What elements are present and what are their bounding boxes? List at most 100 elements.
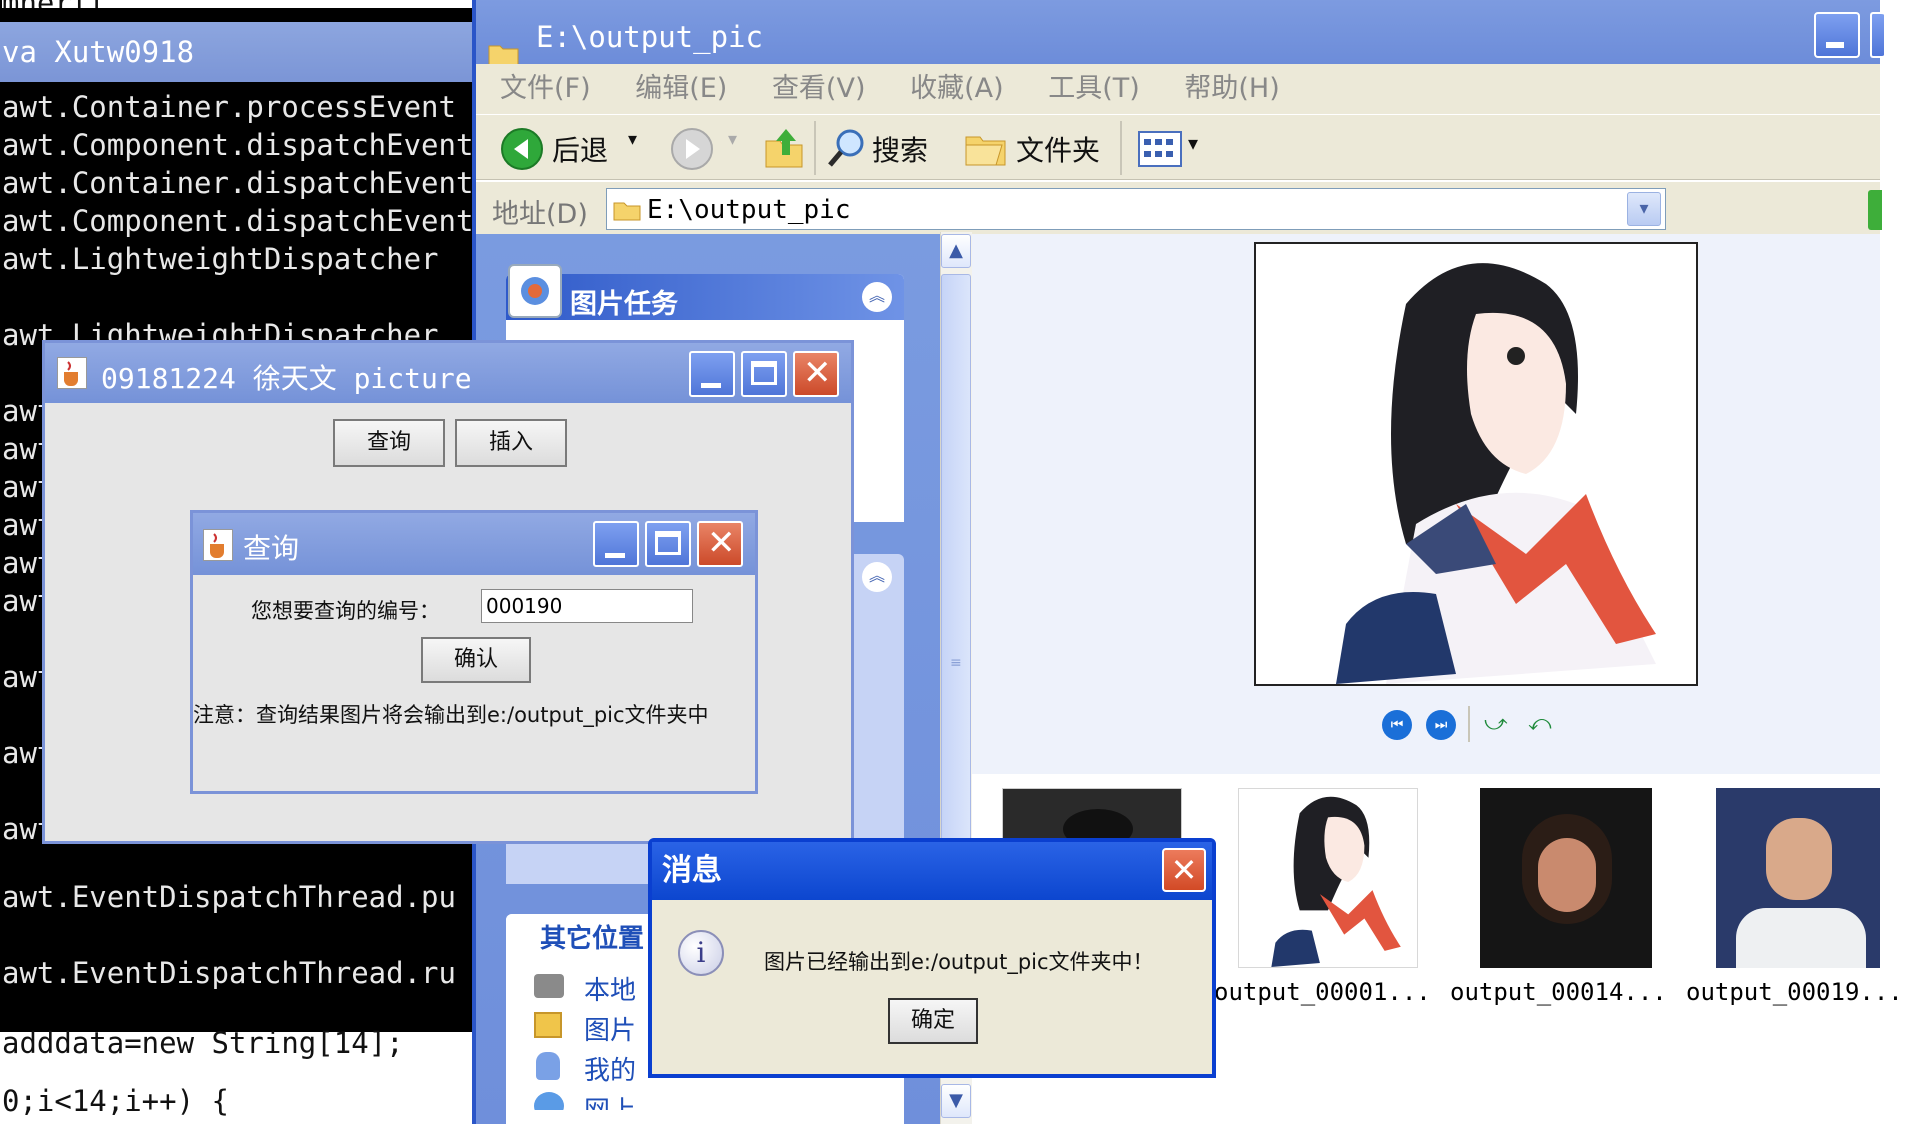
message-box: 消息 ✕ i 图片已经输出到e:/output_pic文件夹中！ 确定 bbox=[648, 838, 1216, 1078]
console-line: 0;i<14;i++) { bbox=[2, 1084, 229, 1118]
java-cup-icon bbox=[203, 529, 233, 561]
java-main-title: 09181224 徐天文 picture bbox=[101, 362, 472, 395]
scroll-down-button[interactable]: ▼ bbox=[941, 1084, 971, 1118]
menu-bar: 文件(F) 编辑(E) 查看(V) 收藏(A) 工具(T) 帮助(H) bbox=[476, 64, 1880, 114]
my-computer-icon bbox=[536, 1052, 560, 1080]
console-line: awt.Component.dispatchEvent bbox=[2, 204, 474, 238]
minimize-icon bbox=[701, 383, 721, 388]
message-box-title: 消息 bbox=[662, 853, 722, 888]
toolbar-separator bbox=[814, 121, 816, 175]
query-note: 注意：查询结果图片将会输出到e:/output_pic文件夹中 bbox=[193, 703, 709, 727]
menu-help[interactable]: 帮助(H) bbox=[1184, 73, 1279, 104]
query-number-input[interactable]: 000190 bbox=[481, 589, 693, 623]
menu-favorites[interactable]: 收藏(A) bbox=[910, 73, 1004, 104]
preview-separator bbox=[1468, 706, 1470, 742]
close-icon: ✕ bbox=[803, 353, 832, 393]
up-folder-icon[interactable] bbox=[764, 125, 804, 171]
other-place-link[interactable]: 本地 bbox=[584, 970, 636, 1007]
message-box-title-bar[interactable]: 消息 ✕ bbox=[652, 842, 1212, 900]
menu-file[interactable]: 文件(F) bbox=[500, 73, 591, 104]
console-line: adddata=new String[14]; bbox=[2, 1026, 404, 1060]
ok-button[interactable]: 确定 bbox=[888, 998, 978, 1044]
thumbnail-image[interactable] bbox=[1238, 788, 1418, 968]
details-panel-edge bbox=[506, 1110, 904, 1124]
forward-arrow-icon[interactable] bbox=[670, 127, 714, 171]
address-dropdown-button[interactable]: ▾ bbox=[1627, 192, 1661, 226]
maximize-button[interactable] bbox=[645, 521, 691, 567]
menu-tools[interactable]: 工具(T) bbox=[1048, 73, 1140, 104]
back-button[interactable]: 后退 bbox=[552, 129, 608, 169]
address-value: E:\output_pic bbox=[647, 195, 851, 225]
address-bar: 地址(D) E:\output_pic ▾ bbox=[476, 182, 1882, 234]
back-arrow-icon[interactable] bbox=[500, 127, 544, 171]
other-place-link[interactable]: 图片 bbox=[584, 1010, 636, 1047]
views-icon[interactable] bbox=[1138, 131, 1182, 167]
console-line: awt.Component.dispatchEvent bbox=[2, 128, 474, 162]
toolbar: 后退 ▾ ▾ 搜索 文件夹 ▾ bbox=[476, 114, 1880, 180]
close-button[interactable]: ✕ bbox=[1162, 848, 1206, 892]
console-line: awt.Container.dispatchEvent bbox=[2, 166, 474, 200]
menu-view[interactable]: 查看(V) bbox=[772, 73, 866, 104]
drive-icon bbox=[534, 974, 564, 998]
rotate-counterclockwise-icon[interactable]: ⤺ bbox=[1528, 712, 1558, 736]
info-icon: i bbox=[678, 930, 724, 976]
collapse-icon[interactable]: ︽ bbox=[862, 282, 892, 312]
minimize-icon bbox=[1826, 42, 1844, 48]
picture-tasks-header[interactable]: 图片任务 ︽ bbox=[506, 274, 904, 320]
close-button[interactable]: ✕ bbox=[793, 351, 839, 397]
query-button[interactable]: 查询 bbox=[333, 419, 445, 467]
insert-button[interactable]: 插入 bbox=[455, 419, 567, 467]
minimize-icon bbox=[605, 553, 625, 558]
other-place-link[interactable]: 我的 bbox=[584, 1050, 636, 1087]
menu-edit[interactable]: 编辑(E) bbox=[635, 73, 727, 104]
message-text: 图片已经输出到e:/output_pic文件夹中！ bbox=[764, 950, 1154, 974]
chevron-down-icon: ▾ bbox=[728, 129, 738, 150]
rotate-clockwise-icon[interactable]: ⤻ bbox=[1484, 712, 1514, 736]
maximize-icon bbox=[655, 531, 681, 555]
scroll-up-button[interactable]: ▲ bbox=[941, 234, 971, 268]
minimize-button[interactable] bbox=[689, 351, 735, 397]
grip-icon: ≡ bbox=[950, 655, 962, 671]
toolbar-separator bbox=[1120, 121, 1122, 175]
address-input[interactable]: E:\output_pic ▾ bbox=[606, 188, 1666, 230]
confirm-button[interactable]: 确认 bbox=[421, 637, 531, 683]
query-dialog-title-bar[interactable]: 查询 ✕ bbox=[193, 513, 755, 575]
folder-icon bbox=[488, 20, 520, 66]
close-button[interactable]: ✕ bbox=[697, 521, 743, 567]
explorer-title: E:\output_pic bbox=[536, 20, 763, 54]
maximize-button[interactable] bbox=[1870, 12, 1884, 58]
go-button[interactable] bbox=[1868, 190, 1882, 230]
explorer-title-bar[interactable]: E:\output_pic bbox=[476, 0, 1884, 74]
java-cup-icon bbox=[57, 357, 87, 389]
previous-image-icon[interactable]: ⏮ bbox=[1382, 710, 1412, 740]
query-prompt-label: 您想要查询的编号： bbox=[251, 599, 440, 623]
maximize-icon bbox=[751, 361, 777, 385]
console-line: awt.EventDispatchThread.pu bbox=[2, 880, 456, 914]
query-dialog-title: 查询 bbox=[243, 532, 300, 565]
thumbnail-label: output_00019... bbox=[1686, 978, 1903, 1006]
folders-icon[interactable] bbox=[964, 127, 1008, 171]
pictures-folder-icon bbox=[534, 1012, 562, 1038]
search-icon[interactable] bbox=[826, 127, 868, 171]
console-line: awt.LightweightDispatcher bbox=[2, 242, 439, 276]
folders-button[interactable]: 文件夹 bbox=[1016, 129, 1100, 169]
thumbnail-label: output_00014... bbox=[1450, 978, 1667, 1006]
minimize-button[interactable] bbox=[1814, 12, 1860, 58]
thumbnail-image[interactable] bbox=[1480, 788, 1652, 968]
maximize-button[interactable] bbox=[741, 351, 787, 397]
console-line: awt.Container.processEvent bbox=[2, 90, 456, 124]
chevron-down-icon[interactable]: ▾ bbox=[628, 129, 637, 150]
console-line: awt.EventDispatchThread.ru bbox=[2, 956, 456, 990]
collapse-icon[interactable]: ︽ bbox=[862, 562, 892, 592]
minimize-button[interactable] bbox=[593, 521, 639, 567]
image-preview-area: ⏮ ⏭ ⤻ ⤺ bbox=[972, 234, 1880, 774]
query-dialog: 查询 ✕ 您想要查询的编号： 000190 确认 注意：查询结果图片将会输出到e… bbox=[190, 510, 758, 794]
picture-tasks-icon bbox=[508, 264, 562, 318]
thumbnail-label: output_00001... bbox=[1214, 978, 1431, 1006]
chevron-down-icon[interactable]: ▾ bbox=[1188, 131, 1198, 155]
preview-image bbox=[1254, 242, 1698, 686]
java-main-title-bar[interactable]: 09181224 徐天文 picture ✕ bbox=[45, 343, 851, 403]
thumbnail-image[interactable] bbox=[1716, 788, 1880, 968]
next-image-icon[interactable]: ⏭ bbox=[1426, 710, 1456, 740]
search-button[interactable]: 搜索 bbox=[872, 129, 928, 169]
